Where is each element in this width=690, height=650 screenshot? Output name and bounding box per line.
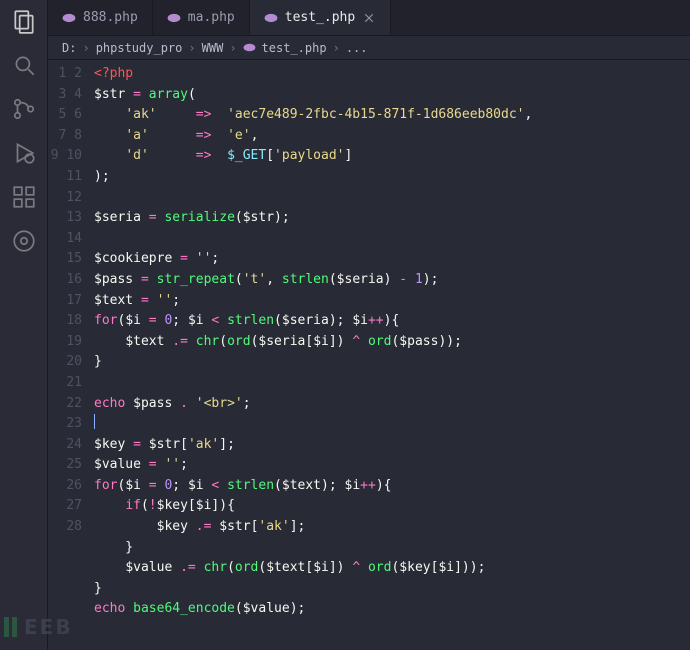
code-editor[interactable]: 1 2 3 4 5 6 7 8 9 10 11 12 13 14 15 16 1… [48,60,690,650]
search-icon[interactable] [11,52,37,78]
source-control-icon[interactable] [11,96,37,122]
extensions-icon[interactable] [11,184,37,210]
activity-bar [0,0,48,650]
chevron-right-icon: › [188,41,195,55]
tab-label: test_.php [285,10,355,25]
tab-label: 888.php [83,10,138,25]
breadcrumb-segment[interactable]: ... [346,41,368,55]
breadcrumb-segment[interactable]: phpstudy_pro [96,41,183,55]
close-icon[interactable] [362,11,376,25]
chevron-right-icon: › [82,41,89,55]
php-file-icon [264,11,278,25]
tab-test_-php[interactable]: test_.php [250,0,391,35]
tab-ma-php[interactable]: ma.php [153,0,250,35]
explorer-icon[interactable] [11,8,37,34]
tab-label: ma.php [188,10,235,25]
breadcrumb-segment[interactable]: WWW [202,41,224,55]
line-gutter: 1 2 3 4 5 6 7 8 9 10 11 12 13 14 15 16 1… [48,60,94,650]
editor-tabs: 888.php ma.php test_.php [48,0,690,36]
breadcrumb[interactable]: D: › phpstudy_pro › WWW › test_.php ›... [48,36,690,60]
php-file-icon [62,11,76,25]
breadcrumb-segment[interactable]: test_.php [262,41,327,55]
tab-888-php[interactable]: 888.php [48,0,153,35]
chevron-right-icon: › [229,41,236,55]
php-file-icon [243,41,256,54]
run-debug-icon[interactable] [11,140,37,166]
code-area[interactable]: <?php $str = array( 'ak' => 'aec7e489-2f… [94,60,690,650]
remote-icon[interactable] [11,228,37,254]
main-area: 888.php ma.php test_.php D: › phpstudy_pro › W… [48,0,690,650]
php-file-icon [167,11,181,25]
text-cursor [94,414,95,429]
chevron-right-icon: › [333,41,340,55]
breadcrumb-segment[interactable]: D: [62,41,76,55]
